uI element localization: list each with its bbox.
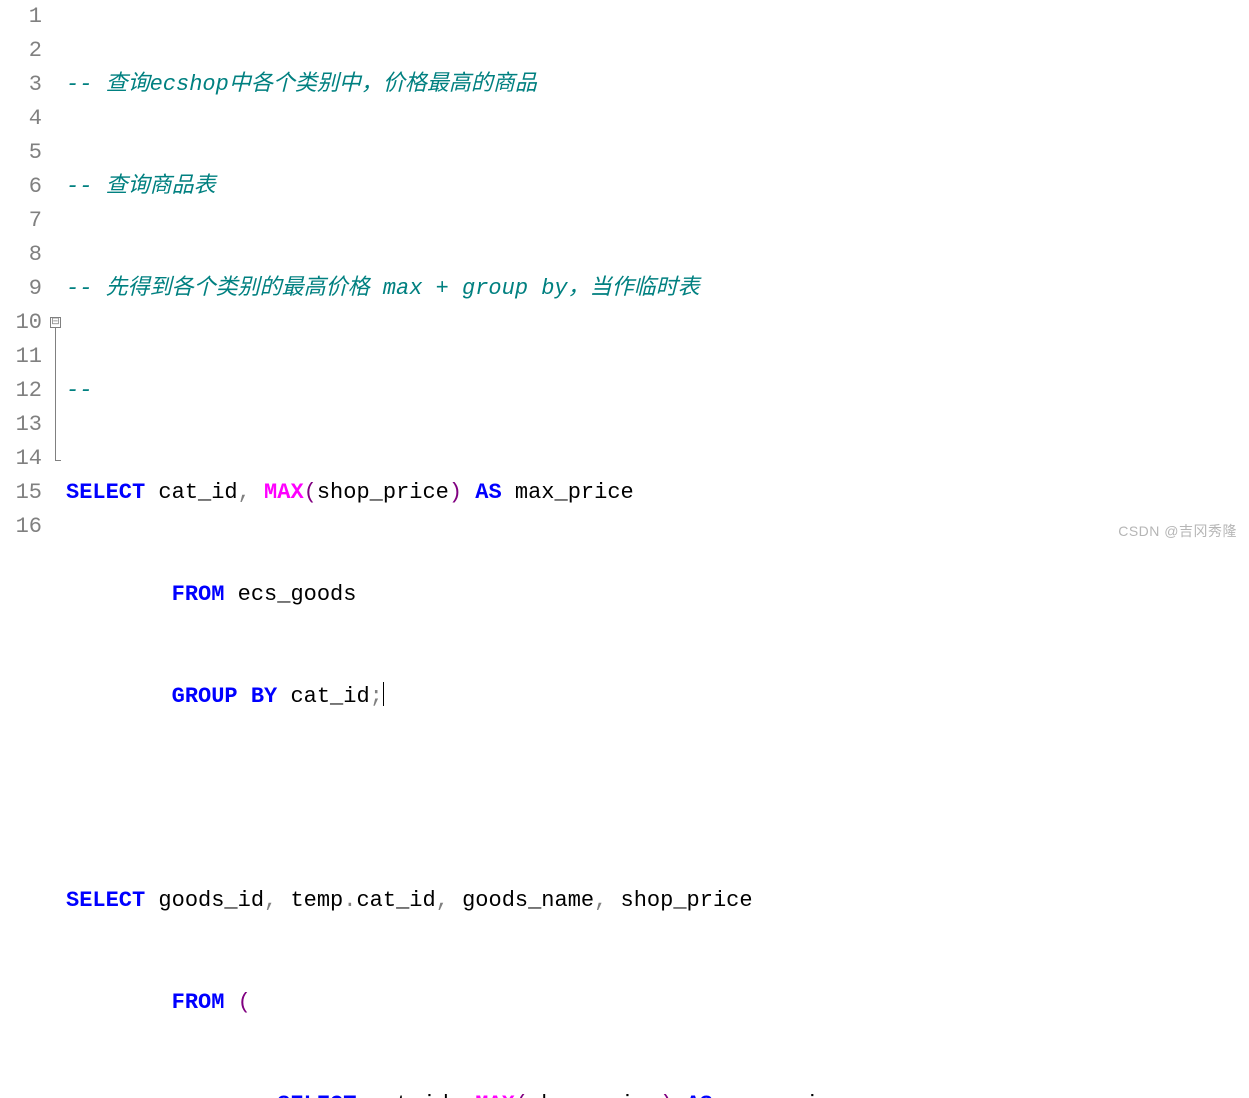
fold-end-icon — [55, 460, 61, 461]
function-max: MAX — [475, 1092, 515, 1098]
line-number: 9 — [0, 272, 42, 306]
code-line[interactable] — [66, 782, 1249, 816]
line-number: 4 — [0, 102, 42, 136]
comma: , — [449, 1092, 462, 1098]
code-line[interactable]: -- 查询ecshop中各个类别中，价格最高的商品 — [66, 68, 1249, 102]
code-editor[interactable]: 1 2 3 4 5 6 7 8 9 10 11 12 13 14 15 16 ⊟… — [0, 0, 1249, 549]
identifier: temp — [277, 888, 343, 913]
lparen: ( — [238, 990, 251, 1015]
function-max: MAX — [264, 480, 304, 505]
code-line[interactable]: -- — [66, 374, 1249, 408]
keyword-group: GROUP — [172, 684, 238, 709]
line-number: 7 — [0, 204, 42, 238]
watermark: CSDN @吉冈秀隆 — [1118, 521, 1237, 541]
identifier: shop_price — [317, 480, 449, 505]
comma: , — [238, 480, 251, 505]
identifier: max_price — [713, 1092, 845, 1098]
code-line[interactable]: FROM ecs_goods — [66, 578, 1249, 612]
line-number: 16 — [0, 510, 42, 544]
lparen: ( — [304, 480, 317, 505]
comma: , — [594, 888, 607, 913]
comment: -- 先得到各个类别的最高价格 max + group by，当作临时表 — [66, 276, 700, 301]
keyword-from: FROM — [172, 990, 225, 1015]
identifier: cat_id — [356, 1092, 448, 1098]
line-number: 6 — [0, 170, 42, 204]
text-cursor — [383, 682, 384, 706]
keyword-select: SELECT — [66, 888, 145, 913]
line-number: 5 — [0, 136, 42, 170]
keyword-from: FROM — [172, 582, 225, 607]
line-number: 15 — [0, 476, 42, 510]
dot: . — [343, 888, 356, 913]
lparen: ( — [515, 1092, 528, 1098]
identifier: goods_id — [145, 888, 264, 913]
line-number: 1 — [0, 0, 42, 34]
line-number: 8 — [0, 238, 42, 272]
line-number: 10 — [0, 306, 42, 340]
identifier: cat_id — [277, 684, 369, 709]
line-number: 12 — [0, 374, 42, 408]
identifier: goods_name — [449, 888, 594, 913]
semicolon: ; — [370, 684, 383, 709]
code-line[interactable]: -- 查询商品表 — [66, 170, 1249, 204]
rparen: ) — [449, 480, 462, 505]
identifier: ecs_goods — [224, 582, 356, 607]
keyword-by: BY — [251, 684, 277, 709]
code-line[interactable]: FROM ( — [66, 986, 1249, 1020]
keyword-as: AS — [687, 1092, 713, 1098]
code-line[interactable]: SELECT goods_id, temp.cat_id, goods_name… — [66, 884, 1249, 918]
line-number: 11 — [0, 340, 42, 374]
keyword-select: SELECT — [66, 480, 145, 505]
fold-column: ⊟ — [48, 0, 66, 549]
comment: -- — [66, 378, 106, 403]
identifier: shop_price — [607, 888, 752, 913]
fold-toggle-icon[interactable]: ⊟ — [50, 317, 61, 328]
code-line[interactable]: -- 先得到各个类别的最高价格 max + group by，当作临时表 — [66, 272, 1249, 306]
line-number: 3 — [0, 68, 42, 102]
identifier: max_price — [502, 480, 634, 505]
fold-guide-line — [55, 328, 56, 461]
line-number: 2 — [0, 34, 42, 68]
keyword-as: AS — [475, 480, 501, 505]
code-line[interactable]: SELECT cat_id, MAX(shop_price) AS max_pr… — [66, 1088, 1249, 1098]
code-area[interactable]: -- 查询ecshop中各个类别中，价格最高的商品 -- 查询商品表 -- 先得… — [66, 0, 1249, 549]
line-number: 14 — [0, 442, 42, 476]
keyword-select: SELECT — [277, 1092, 356, 1098]
comma: , — [436, 888, 449, 913]
identifier: cat_id — [145, 480, 237, 505]
rparen: ) — [660, 1092, 673, 1098]
line-number-gutter: 1 2 3 4 5 6 7 8 9 10 11 12 13 14 15 16 — [0, 0, 48, 549]
identifier: cat_id — [356, 888, 435, 913]
comma: , — [264, 888, 277, 913]
comment: -- 查询商品表 — [66, 174, 216, 199]
comment: -- 查询ecshop中各个类别中，价格最高的商品 — [66, 72, 537, 97]
line-number: 13 — [0, 408, 42, 442]
code-line[interactable]: GROUP BY cat_id; — [66, 680, 1249, 714]
code-line[interactable]: SELECT cat_id, MAX(shop_price) AS max_pr… — [66, 476, 1249, 510]
identifier: shop_price — [528, 1092, 660, 1098]
